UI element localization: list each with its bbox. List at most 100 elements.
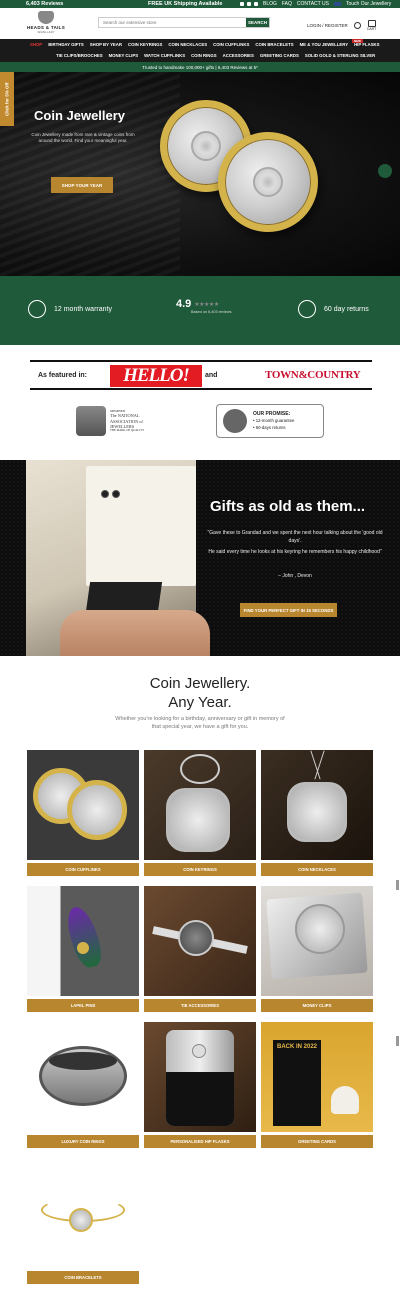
ribbon-icon [28,300,46,318]
nav-item-birthday-gifts[interactable]: BIRTHDAY GIFTS [48,42,84,47]
nav-item-tie-clips[interactable]: TIE CLIPS/BROOCHES [56,53,103,58]
tile-label: LAPEL PINS [27,999,139,1012]
wishlist-icon[interactable] [353,22,361,29]
clock-icon [298,300,316,318]
category-tile-money-clips[interactable]: MONEY CLIPS [261,886,373,1013]
category-tile-greeting-cards[interactable]: BACK IN 2022 GREETING CARDS [261,1022,373,1149]
assoc-line1: The NATIONAL [110,413,140,419]
nav-item-accessories[interactable]: ACCESSORIES [223,53,254,58]
search-bar: SEARCH [98,17,270,28]
sound-icon[interactable] [101,490,109,498]
lapel-pins-image [27,886,139,996]
and-text: and [205,371,218,379]
blog-link[interactable]: BLOG [263,1,277,7]
facebook-icon[interactable] [240,2,244,6]
hand-image [60,610,210,656]
nav-item-coin-keyrings[interactable]: COIN KEYRINGS [128,42,162,47]
category-tile-coin-rings[interactable]: LUXURY COIN RINGS [27,1022,139,1149]
promise-item-1: • 12-month guarantee [253,418,295,424]
search-input[interactable] [99,18,246,27]
association-crest-icon [76,406,106,436]
chat-icon[interactable] [378,164,392,178]
nav-item-watch-cufflinks[interactable]: WATCH CUFFLINKS [144,53,185,58]
contact-link[interactable]: CONTACT US [297,1,329,7]
hero-text: Coin Jewellery made from rare & vintage … [31,132,135,144]
collection-subtitle: Whether you're looking for a birthday, a… [115,716,285,730]
nav-item-coin-cufflinks[interactable]: COIN CUFFLINKS [213,42,249,47]
category-tile-lapel-pins[interactable]: LAPEL PINS [27,886,139,1013]
greeting-cards-image: BACK IN 2022 [261,1022,373,1132]
shop-your-year-button[interactable]: SHOP YOUR YEAR [51,177,113,193]
necklaces-image [261,750,373,860]
cart-label: CART [366,27,377,31]
collection-title: Coin Jewellery. Any Year. [0,675,400,713]
scroll-indicator[interactable] [396,880,399,890]
category-tile-cufflinks[interactable]: COIN CUFFLINKS [27,750,139,877]
scroll-indicator[interactable] [396,1036,399,1046]
site-logo[interactable]: HEADS & TAILS JEWELLERY [26,11,66,37]
nav-item-coin-rings[interactable]: COIN RINGS [191,53,217,58]
category-tile-hip-flasks[interactable]: PERSONALISED HIP FLASKS [144,1022,256,1149]
tile-label: PERSONALISED HIP FLASKS [144,1135,256,1148]
gift-box-image [85,582,163,612]
as-featured-label: As featured in: [38,371,88,379]
reviews-count[interactable]: 6,403 Reviews [26,1,63,7]
nav-item-solid-gold[interactable]: SOLID GOLD & STERLING SILVER [305,53,375,58]
cart-icon [367,20,376,27]
instagram-icon[interactable] [247,2,251,6]
nav-item-coin-necklaces[interactable]: COIN NECKLACES [168,42,207,47]
nav-row-2: TIE CLIPS/BROOCHES MONEY CLIPS WATCH CUF… [56,53,375,58]
video-controls [101,490,120,498]
card-back-in-2022: BACK IN 2022 [273,1040,321,1126]
rating-feature[interactable]: 4.9 ★★★★★ Based on 6,403 reviews [176,298,232,314]
uk-flag-icon[interactable] [333,2,341,6]
category-tile-bracelets[interactable]: COIN BRACELETS [27,1158,139,1285]
warranty-text: 12 month warranty [54,305,112,313]
tile-label: COIN KEYRINGS [144,863,256,876]
discount-side-tab[interactable]: Click for 5% Off [0,72,14,126]
bracelets-image [27,1158,139,1268]
returns-feature: 60 day returns [298,300,369,318]
category-tile-tie-accessories[interactable]: TIE ACCESSORIES [144,886,256,1013]
nav-row-1: SHOP BIRTHDAY GIFTS SHOP BY YEAR COIN KE… [30,42,380,47]
cart-button[interactable]: CART [367,20,376,31]
tile-label: COIN NECKLACES [261,863,373,876]
shipping-banner: FREE UK Shipping Available [148,1,223,7]
jewellers-association-badge: MEMBER The NATIONAL ASSOCIATION of JEWEL… [76,404,166,438]
nav-item-me-and-you[interactable]: ME & YOU JEWELLERY [300,42,348,47]
crest-icon [38,11,54,24]
testimonial-author: – John , Devon [278,573,312,579]
find-gift-button[interactable]: FIND YOUR PERFECT GIFT IN 15 SECONDS [240,603,337,617]
search-button[interactable]: SEARCH [246,18,269,27]
play-icon[interactable] [112,490,120,498]
sand-texture [0,72,180,276]
tile-label: LUXURY COIN RINGS [27,1135,139,1148]
hero-banner: Coin Jewellery Coin Jewellery made from … [0,72,400,276]
promise-title: OUR PROMISE: [253,411,291,418]
touch-link[interactable]: Touch Our Jewellery [346,1,391,7]
nav-item-coin-bracelets[interactable]: COIN BRACELETS [255,42,293,47]
top-announcement-bar: 6,403 Reviews FREE UK Shipping Available… [0,0,400,8]
login-link[interactable]: LOGIN / REGISTER [307,23,348,28]
birthday-card-image [86,466,196,586]
assoc-line4: THE MARK OF QUALITY [110,428,145,433]
nav-item-shop[interactable]: SHOP [30,42,42,47]
nav-item-money-clips[interactable]: MONEY CLIPS [109,53,139,58]
tile-label: TIE ACCESSORIES [144,999,256,1012]
testimonial-quote: "Gave these to Grandad and we spent the … [205,529,385,556]
hip-flasks-image [144,1022,256,1132]
main-navigation: SHOP BIRTHDAY GIFTS SHOP BY YEAR COIN KE… [0,39,400,62]
tile-label: MONEY CLIPS [261,999,373,1012]
cufflink-coin-image [218,132,318,232]
keyrings-image [144,750,256,860]
new-badge: NEW [352,39,363,43]
nav-item-shop-by-year[interactable]: SHOP BY YEAR [90,42,122,47]
top-links: BLOG FAQ CONTACT US Touch Our Jewellery [240,1,391,7]
logo-subtitle: JEWELLERY [37,30,55,34]
category-tile-keyrings[interactable]: COIN KEYRINGS [144,750,256,877]
nav-item-greeting-cards[interactable]: GREETING CARDS [260,53,299,58]
tile-label: COIN BRACELETS [27,1271,139,1284]
pinterest-icon[interactable] [254,2,258,6]
faq-link[interactable]: FAQ [282,1,292,7]
category-tile-necklaces[interactable]: COIN NECKLACES [261,750,373,877]
